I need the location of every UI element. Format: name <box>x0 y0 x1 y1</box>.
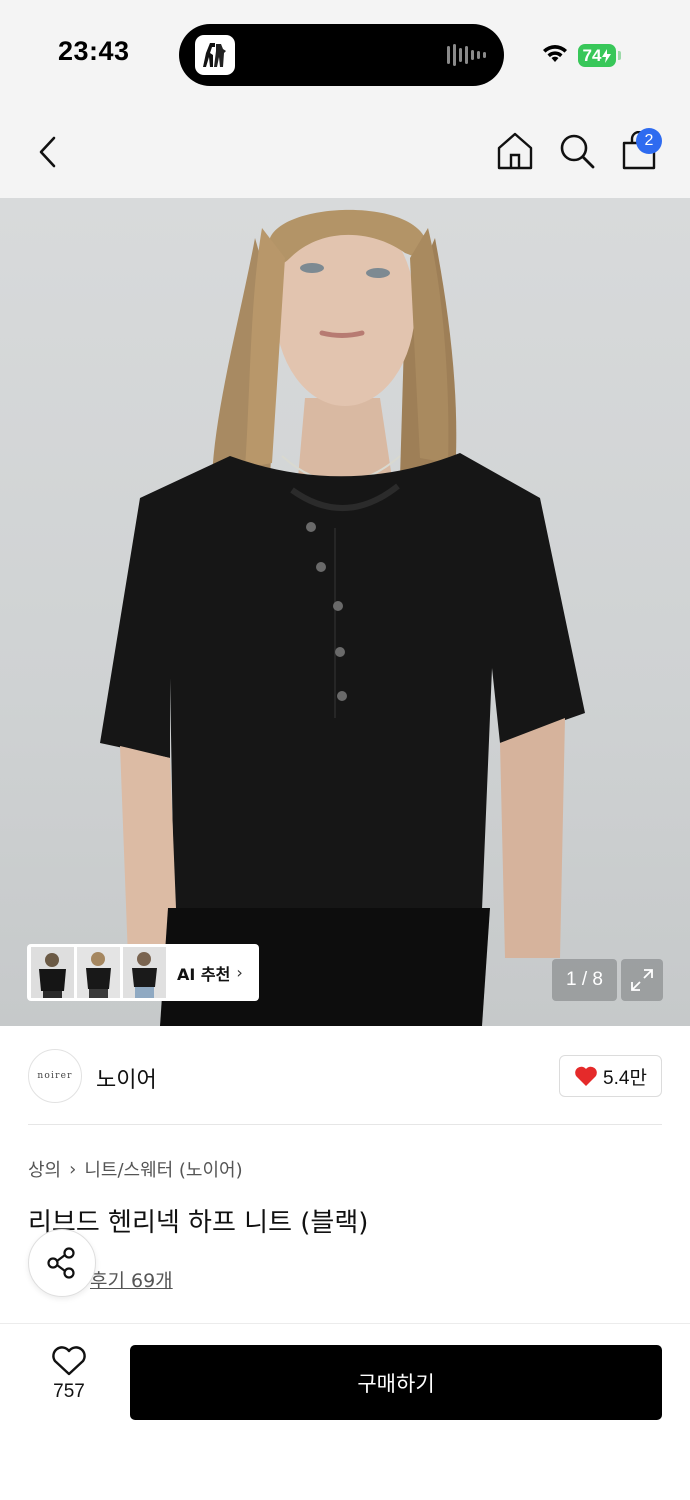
search-icon <box>560 134 595 169</box>
heart-outline-icon <box>52 1346 86 1376</box>
chevron-right-icon: › <box>236 963 243 982</box>
image-page-counter: 1 / 8 <box>552 959 617 1001</box>
wishlist-count: 757 <box>53 1381 85 1402</box>
wifi-icon <box>541 42 569 68</box>
audio-wave-icon <box>447 44 486 66</box>
product-image[interactable] <box>0 198 690 1026</box>
brand-logo[interactable]: noirer <box>28 1049 82 1103</box>
breadcrumb: 상의 › 니트/스웨터 (노이어) <box>28 1156 243 1182</box>
battery-tip <box>618 51 621 60</box>
ai-thumbnail <box>31 947 74 998</box>
app-icon <box>195 35 235 75</box>
expand-icon <box>631 969 653 991</box>
back-button[interactable] <box>28 130 68 174</box>
breadcrumb-item[interactable]: 상의 <box>28 1156 61 1182</box>
ai-thumbnail <box>123 947 166 998</box>
buy-button[interactable]: 구매하기 <box>130 1345 662 1420</box>
battery-level: 74 <box>582 45 602 65</box>
expand-image-button[interactable] <box>621 959 663 1001</box>
heart-filled-icon <box>575 1066 597 1086</box>
chevron-right-icon: › <box>69 1158 77 1180</box>
dynamic-island <box>179 24 504 86</box>
cart-count-badge: 2 <box>636 128 662 154</box>
review-link[interactable]: 후기 69개 <box>90 1266 173 1293</box>
brand-like-button[interactable]: 5.4만 <box>559 1055 662 1097</box>
home-icon <box>497 132 533 170</box>
wishlist-button[interactable]: 757 <box>40 1345 98 1417</box>
divider <box>0 1323 690 1324</box>
battery-charging-icon: 74 <box>578 44 616 67</box>
divider <box>28 1124 662 1125</box>
brand-like-count: 5.4만 <box>603 1067 647 1089</box>
share-button[interactable] <box>28 1229 96 1297</box>
back-chevron-icon <box>39 136 56 168</box>
search-button[interactable] <box>556 128 598 174</box>
brand-name[interactable]: 노이어 <box>96 1062 157 1094</box>
status-bar: 23:43 74 <box>0 0 690 104</box>
status-clock: 23:43 <box>58 36 130 66</box>
model-photo <box>100 209 585 1026</box>
ai-thumbnail <box>77 947 120 998</box>
top-nav-bar <box>0 104 690 198</box>
ai-recommend-label: AI 추천 <box>177 964 231 984</box>
share-icon <box>47 1247 75 1279</box>
breadcrumb-item[interactable]: 니트/스웨터 (노이어) <box>84 1156 242 1182</box>
home-button[interactable] <box>494 128 536 174</box>
ai-recommend-chip[interactable]: AI 추천 › <box>27 944 259 1001</box>
